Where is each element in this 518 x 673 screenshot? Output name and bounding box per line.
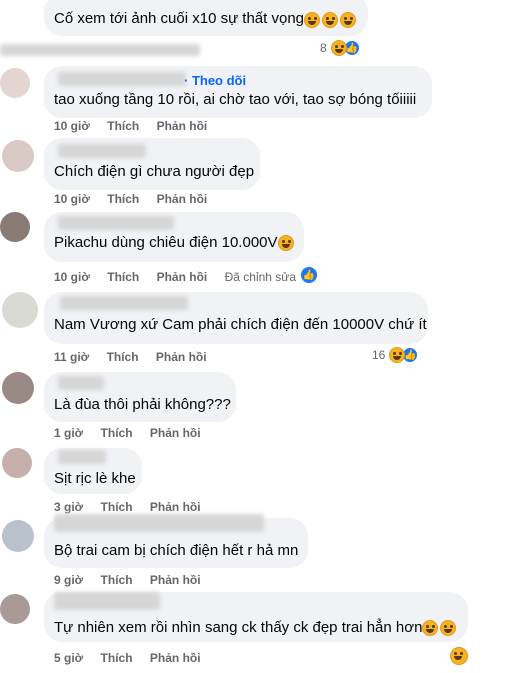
comment-time[interactable]: 10 giờ (54, 192, 90, 206)
like-link[interactable]: Thích (101, 500, 133, 514)
laughing-emoji-icon (322, 11, 338, 28)
like-link[interactable]: Thích (107, 270, 139, 284)
comment-text: Cố xem tới ảnh cuối x10 sự thất vọng (54, 10, 305, 27)
comment-actions: 10 giờ Thích Phản hồi Đã chỉnh sửa (54, 270, 296, 284)
avatar[interactable] (2, 448, 32, 478)
comment-time[interactable]: 5 giờ (54, 651, 83, 665)
comment-time[interactable]: 9 giờ (54, 573, 83, 587)
comment-text: tao xuống tầng 10 rồi, ai chờ tao với, t… (54, 91, 417, 108)
laughing-emoji-icon[interactable] (450, 647, 468, 665)
comment-text: Tự nhiên xem rồi nhìn sang ck thấy ck đẹ… (54, 619, 423, 636)
laughing-emoji-icon (389, 347, 406, 363)
like-link[interactable]: Thích (107, 119, 139, 133)
reply-link[interactable]: Phản hồi (150, 651, 201, 665)
comment-actions: 5 giờ Thích Phản hồi (54, 651, 201, 665)
comment-time[interactable]: 1 giờ (54, 426, 83, 440)
comment-actions: 3 giờ Thích Phản hồi (54, 500, 201, 514)
comment-actions: 9 giờ Thích Phản hồi (54, 573, 201, 587)
commenter-name[interactable] (58, 450, 106, 464)
commenter-name[interactable] (54, 592, 160, 610)
comment-text: Nam Vương xứ Cam phải chích điện đến 100… (54, 316, 427, 333)
like-link[interactable]: Thích (107, 192, 139, 206)
laughing-emoji-icon (330, 40, 347, 56)
laughing-emoji-icon (440, 620, 456, 636)
shocked-emoji-icon (422, 620, 438, 636)
follow-link[interactable]: · Theo dõi (184, 73, 246, 88)
reply-link[interactable]: Phản hồi (156, 350, 207, 364)
avatar[interactable] (2, 140, 34, 172)
comment-time[interactable]: 10 giờ (54, 270, 90, 284)
reply-link[interactable]: Phản hồi (157, 270, 208, 284)
reaction-count: 16 (372, 348, 386, 362)
comment-text: Bộ trai cam bị chích điện hết r hả mn (54, 542, 299, 559)
comment-time[interactable]: 11 giờ (54, 350, 89, 364)
like-link[interactable]: Thích (101, 573, 133, 587)
comment-text: Pikachu dùng chiêu điện 10.000V (54, 234, 278, 251)
commenter-name[interactable] (58, 144, 146, 158)
comment-actions: 10 giờ Thích Phản hồi (54, 119, 207, 133)
reply-link[interactable]: Phản hồi (150, 573, 201, 587)
like-link[interactable]: Thích (101, 426, 133, 440)
commenter-name[interactable] (58, 216, 174, 230)
commenter-name[interactable] (54, 514, 264, 532)
avatar[interactable] (0, 212, 30, 242)
like-reaction-icon[interactable]: 👍 (300, 266, 318, 284)
reaction-count: 8 (320, 41, 327, 55)
comment-text: Là đùa thôi phải không??? (54, 396, 231, 413)
reaction-summary[interactable]: 16 👍 (372, 347, 419, 363)
like-link[interactable]: Thích (101, 651, 133, 665)
reply-link[interactable]: Phản hồi (150, 426, 201, 440)
comment-time[interactable]: 10 giờ (54, 119, 90, 133)
commenter-name[interactable] (60, 296, 188, 310)
edited-label: Đã chỉnh sửa (224, 270, 296, 284)
reply-link[interactable]: Phản hồi (150, 500, 201, 514)
laughing-emoji-icon (278, 235, 294, 251)
avatar[interactable] (0, 68, 30, 98)
comment-actions: 11 giờ Thích Phản hồi (54, 350, 207, 364)
comment-text: Sịt rịc lè khe (54, 470, 136, 487)
comment-actions: 10 giờ Thích Phản hồi (54, 192, 207, 206)
reaction-summary[interactable]: 8 👍 (320, 40, 360, 56)
commenter-name[interactable] (58, 72, 186, 86)
commenter-name[interactable] (58, 376, 104, 390)
laughing-emoji-icon (304, 11, 320, 28)
avatar[interactable] (2, 292, 38, 328)
reply-link[interactable]: Phản hồi (157, 119, 208, 133)
laughing-emoji-icon (340, 11, 356, 28)
like-link[interactable]: Thích (107, 350, 139, 364)
comment-text: Chích điện gì chưa người đẹp (54, 163, 255, 180)
comment-time[interactable]: 3 giờ (54, 500, 83, 514)
avatar[interactable] (2, 520, 34, 552)
comment-actions: 1 giờ Thích Phản hồi (54, 426, 201, 440)
comment-inline-emojis (304, 11, 356, 29)
avatar[interactable] (0, 594, 30, 624)
blurred-text (0, 44, 200, 56)
avatar[interactable] (2, 372, 34, 404)
reply-link[interactable]: Phản hồi (157, 192, 208, 206)
